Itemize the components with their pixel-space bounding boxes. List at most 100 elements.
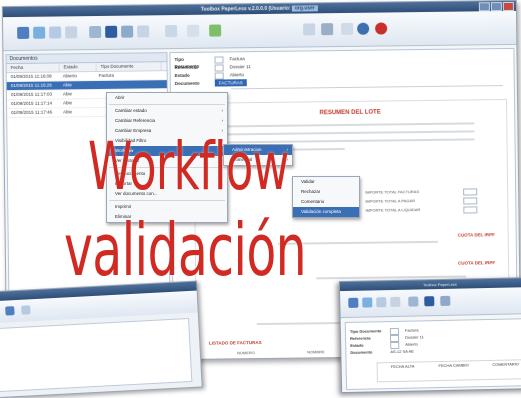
document-icon[interactable] [5, 306, 15, 316]
menu-item-cambiar-estado[interactable]: Cambiar estado › [107, 106, 227, 116]
row-date: 01/09/2015 11:17:03 [10, 91, 52, 98]
document-title: RESUMEN DEL LOTE [319, 109, 381, 117]
action-item-validar[interactable]: Validar [293, 177, 359, 187]
maximize-button[interactable] [490, 2, 502, 12]
menu-item-abrir[interactable]: Abrir [107, 93, 227, 103]
mail-icon[interactable] [390, 296, 401, 308]
background-window-left [0, 280, 203, 398]
refresh-icon[interactable] [209, 24, 222, 37]
side-label: CUOTA DEL IRPF [457, 260, 496, 266]
font-icon[interactable] [321, 23, 334, 36]
menu-label: Abrir [115, 95, 125, 100]
menu-label: Rechazar [301, 189, 321, 194]
menu-label: Comentario [301, 199, 325, 204]
menu-label: Cambiar estado [115, 108, 147, 113]
form-value: AS-12 SA AE [390, 348, 414, 355]
upload-icon[interactable] [49, 26, 62, 39]
user-icon[interactable] [424, 296, 435, 307]
chevron-right-icon: › [221, 118, 224, 123]
chevron-right-icon: › [221, 108, 224, 113]
row-date: 01/09/2015 11:16:26 [10, 82, 52, 89]
list-column: NOMBRE [307, 349, 325, 355]
scan-icon[interactable] [21, 305, 31, 315]
grid: FECHA ALTA FECHA CAMBIO COMENTARIO [376, 359, 521, 383]
form-label: Referencia [174, 64, 198, 71]
mail-icon[interactable] [65, 26, 78, 39]
toolbar [340, 286, 521, 319]
form-row: Referencia Dossier 11 [174, 63, 251, 72]
form-label: Documento [350, 349, 373, 355]
column-header[interactable]: Fecha [6, 63, 60, 73]
background-window-right: Toolbox PaperLess Tipo Documento Factura… [338, 276, 521, 394]
row-status: Abie [62, 91, 72, 97]
form-value: Factura [229, 56, 245, 62]
form-value: Dossier 11 [229, 64, 251, 70]
total-label: IMPORTE TOTAL A LIQUIDAR [365, 207, 421, 213]
detail-pane: Tipo Documento Factura Referencia Dossie… [344, 317, 521, 390]
grid-header: COMENTARIO [492, 361, 520, 367]
row-type: Factura [98, 72, 114, 78]
total-value [463, 206, 478, 214]
column-header[interactable]: Tipo Documento [96, 62, 162, 72]
list-column: NUMERO [237, 350, 255, 356]
list-panel [0, 317, 193, 393]
exit-icon[interactable] [375, 22, 388, 35]
side-label: CUOTA DEL IRPF [457, 232, 495, 238]
window-title-user: org.user [291, 5, 318, 12]
grid-header: FECHA CAMBIO [438, 362, 469, 369]
overlay-title-line-1: Workflow [88, 128, 289, 205]
window-controls [478, 1, 514, 12]
total-value [463, 188, 478, 196]
edit-icon[interactable] [408, 296, 419, 307]
form-row: Estado Abierto [174, 71, 244, 80]
settings-icon[interactable] [137, 25, 150, 38]
help-icon[interactable] [357, 22, 370, 35]
folder-icon[interactable] [440, 295, 451, 307]
total-value [463, 197, 478, 205]
form-label: Estado [174, 72, 190, 79]
row-date: 01/09/2015 11:16:08 [10, 73, 52, 80]
menu-separator [109, 104, 225, 105]
total-label: IMPORTE TOTAL A PAGAR [365, 198, 416, 204]
edit-icon[interactable] [89, 25, 102, 39]
document-icon[interactable] [17, 26, 30, 39]
form-row: Documento AS-12 SA AE [350, 348, 414, 356]
folder-icon[interactable] [121, 25, 134, 38]
form-row: Tipo Documento Factura [174, 55, 245, 70]
column-header[interactable]: Estado [59, 63, 97, 72]
close-button[interactable] [502, 1, 514, 12]
search-icon[interactable] [165, 25, 178, 38]
menu-label: Cambiar Referencia [115, 118, 156, 123]
toolbar [2, 11, 517, 52]
menu-label: Validar [301, 179, 315, 184]
form-row: Documento FACTURAS [175, 79, 247, 87]
overlay-title-line-2: validación [64, 208, 307, 292]
upload-icon[interactable] [376, 297, 387, 308]
menu-item-cambiar-referencia[interactable]: Cambiar Referencia › [107, 116, 227, 126]
window-title: Toolbox PaperLess v.2.0.0.0 (Usuario: [200, 5, 292, 13]
print-icon[interactable] [187, 24, 200, 37]
row-status: Abierto [62, 73, 77, 79]
window-icon[interactable] [341, 22, 354, 36]
filter-icon[interactable] [303, 23, 316, 36]
divider [230, 85, 503, 90]
form-label: Tipo Documento [174, 56, 200, 70]
action-item-comentario[interactable]: Comentario [293, 197, 359, 207]
document-icon[interactable] [348, 297, 359, 308]
form-label: Documento [174, 80, 200, 87]
row-date: 01/09/2015 11:17:46 [11, 109, 53, 116]
user-icon[interactable] [105, 25, 118, 38]
form-value: Abierto [229, 72, 244, 78]
document-field[interactable]: FACTURAS [214, 79, 247, 87]
row-status: Abie [63, 100, 73, 106]
action-item-rechazar[interactable]: Rechazar [293, 187, 359, 197]
scan-icon[interactable] [362, 297, 373, 308]
scan-icon[interactable] [33, 26, 46, 39]
row-status: Abie [62, 82, 72, 88]
row-status: Abie [63, 109, 73, 115]
total-label: IMPORTE TOTAL FACTURAS [365, 189, 420, 195]
text-line [224, 122, 475, 128]
minimize-button[interactable] [478, 2, 490, 12]
row-date: 01/09/2015 11:17:14 [11, 100, 53, 107]
menu-label: Validación completa [301, 209, 341, 214]
